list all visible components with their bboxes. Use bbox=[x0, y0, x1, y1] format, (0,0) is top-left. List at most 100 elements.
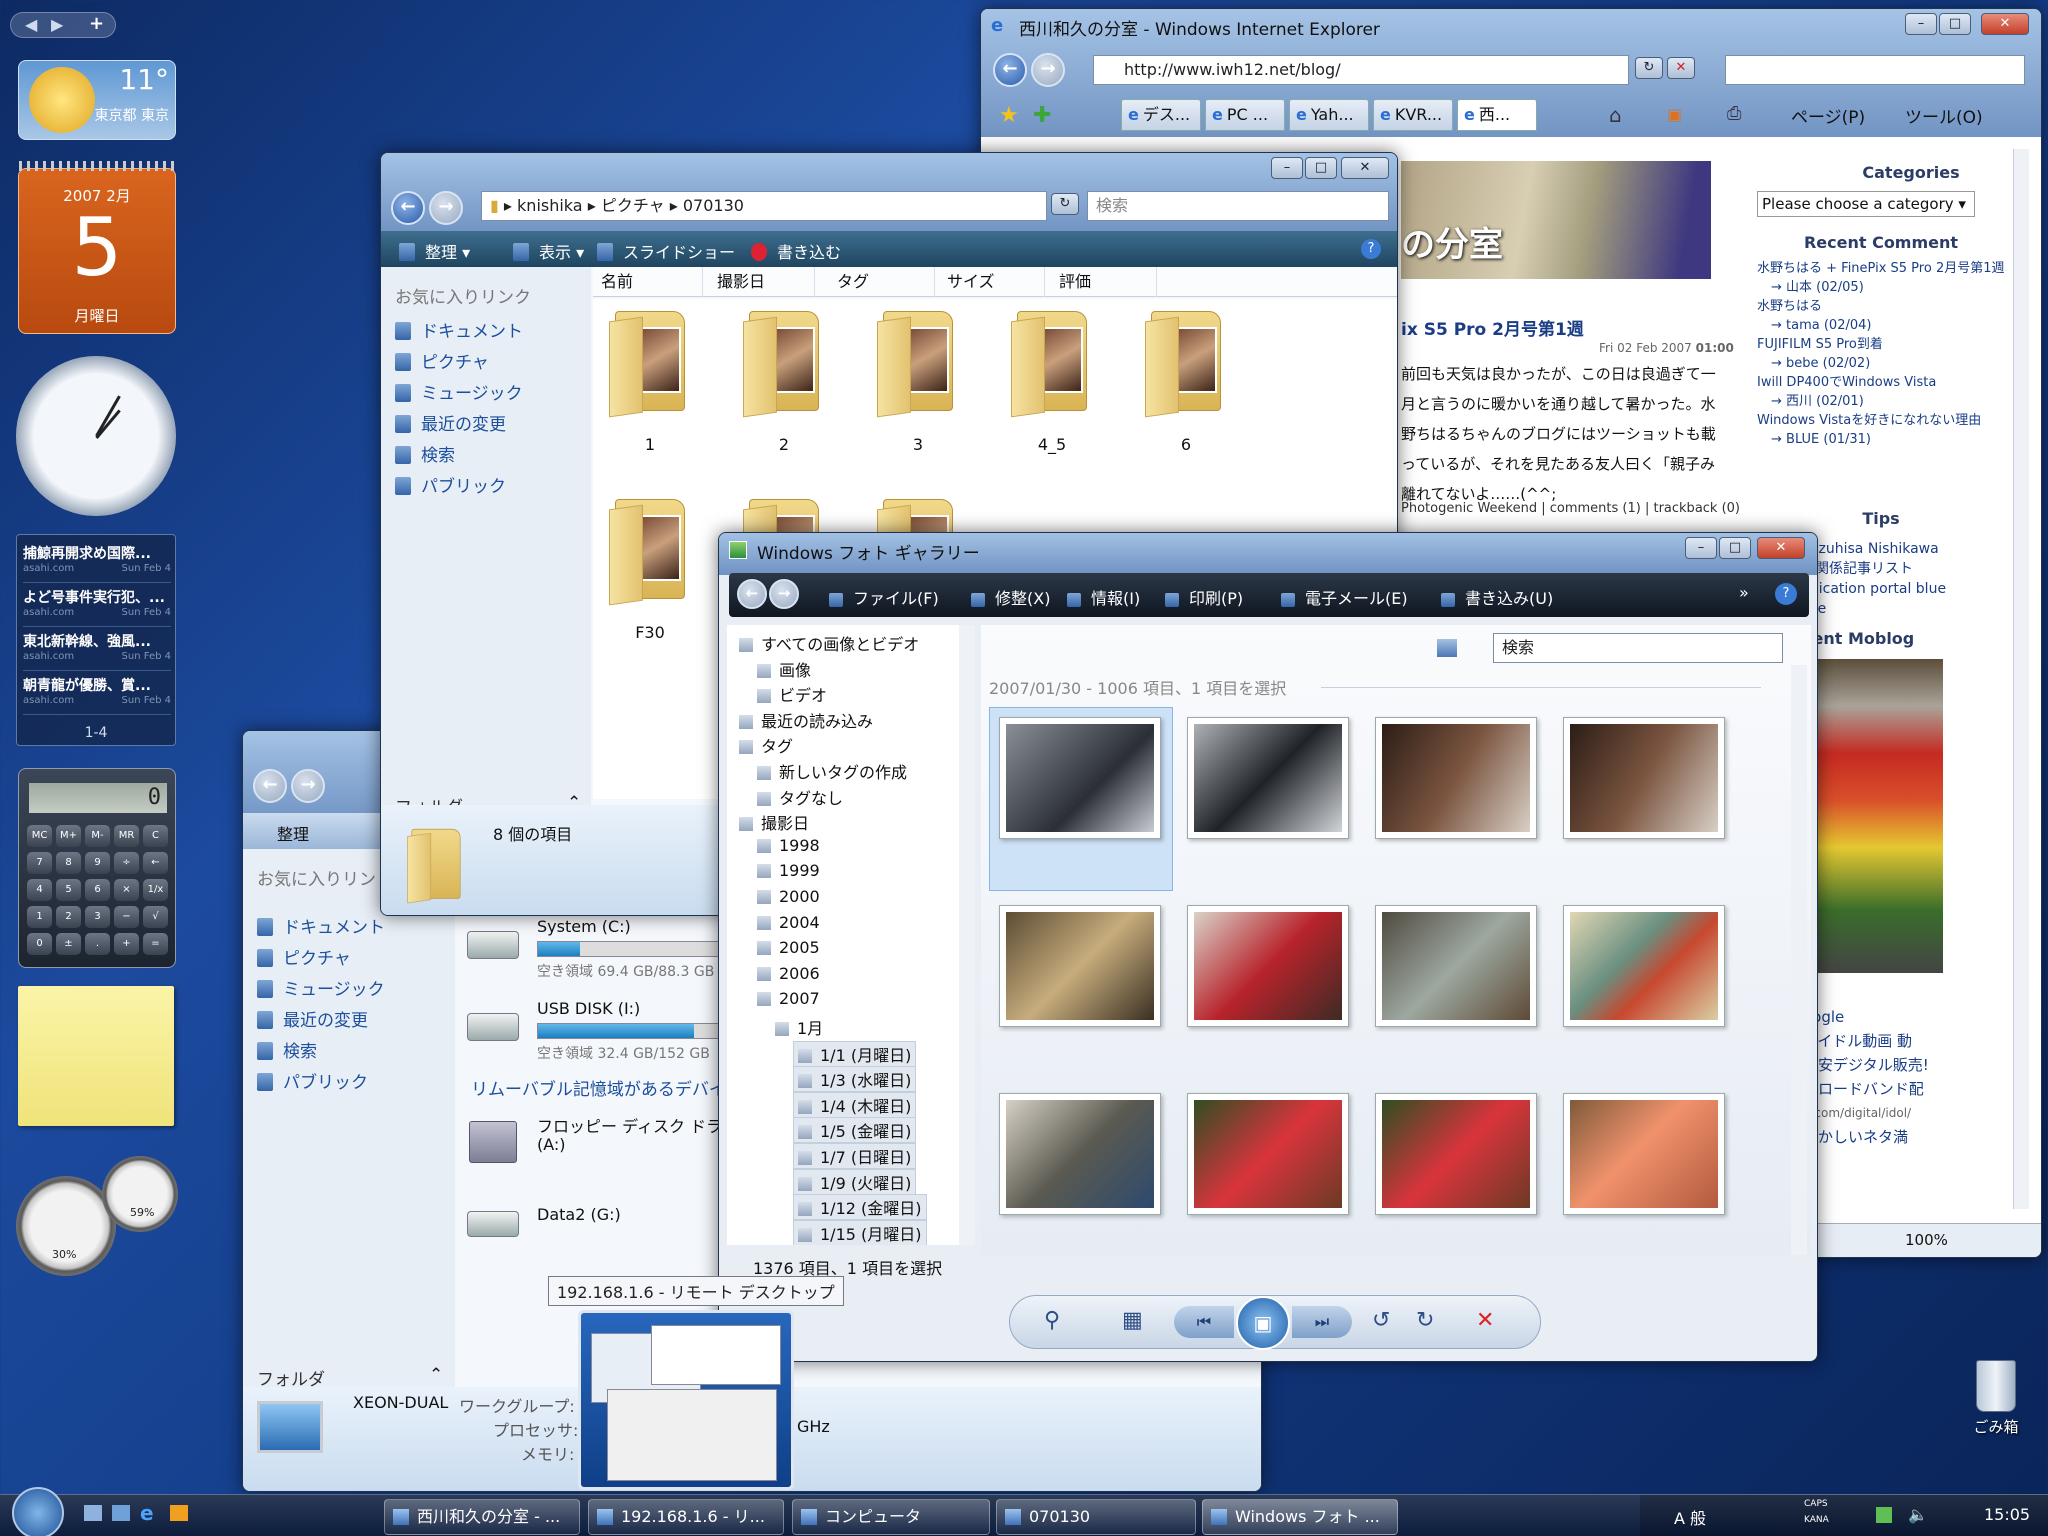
fav-link[interactable]: ドキュメント bbox=[395, 317, 523, 342]
comment-item[interactable]: Windows Vistaを好きになれない理由 bbox=[1757, 411, 2007, 430]
rss-icon[interactable]: ▣ bbox=[1667, 105, 1682, 124]
ie-address-bar[interactable]: http://www.iwh12.net/blog/ bbox=[1093, 55, 1629, 85]
gallery-minimize-button[interactable]: – bbox=[1685, 537, 1717, 559]
ie-refresh-button[interactable]: ↻ bbox=[1635, 57, 1663, 79]
view-options-icon[interactable] bbox=[1437, 639, 1457, 657]
network-icon[interactable] bbox=[1876, 1507, 1892, 1523]
calc-key[interactable]: 1 bbox=[27, 906, 52, 928]
ie-tab[interactable]: e 西... bbox=[1457, 99, 1537, 131]
fav-link[interactable]: 検索 bbox=[257, 1037, 317, 1062]
tree-item[interactable]: 1/15 (月曜日) bbox=[793, 1219, 927, 1245]
more-icon[interactable]: » bbox=[1739, 583, 1749, 602]
tree-item[interactable]: 画像 bbox=[757, 657, 811, 681]
ie-tab[interactable]: e デス... bbox=[1121, 99, 1201, 131]
ad-line[interactable]: ブロードバンド配 bbox=[1803, 1077, 2003, 1101]
taskbar-item[interactable]: 西川和久の分室 - ... bbox=[384, 1499, 580, 1535]
tip-item[interactable]: Kazuhisa Nishikawa bbox=[1801, 539, 2001, 559]
tree-item[interactable]: 1/4 (木曜日) bbox=[793, 1091, 917, 1118]
explorer-forward-button[interactable]: → bbox=[429, 191, 463, 225]
calc-key[interactable]: + bbox=[114, 933, 139, 955]
categories-select[interactable]: Please choose a category ▾ bbox=[1757, 191, 1975, 217]
clock[interactable]: 15:05 bbox=[1984, 1505, 2030, 1524]
calc-key[interactable]: 7 bbox=[27, 852, 52, 874]
sidebar-prev-icon[interactable]: ◀ bbox=[25, 15, 37, 34]
calc-key[interactable]: 0 bbox=[27, 933, 52, 955]
explorer-minimize-button[interactable]: – bbox=[1271, 157, 1303, 179]
comment-item[interactable]: 水野ちはる bbox=[1757, 297, 2007, 316]
ie-stop-button[interactable]: ✕ bbox=[1667, 57, 1695, 79]
calc-key[interactable]: MR bbox=[114, 825, 139, 847]
comment-item[interactable]: → BLUE (01/31) bbox=[1757, 430, 2007, 449]
gallery-back-button[interactable]: ← bbox=[737, 579, 767, 609]
rdp-thumbnail[interactable] bbox=[578, 1310, 794, 1490]
calc-key[interactable]: 8 bbox=[56, 852, 81, 874]
tree-item[interactable]: タグ bbox=[739, 733, 793, 757]
chevron-up-icon[interactable]: ⌃ bbox=[429, 1365, 443, 1385]
ie-quicklaunch-icon[interactable]: e bbox=[140, 1501, 154, 1525]
photo-thumbnail[interactable] bbox=[999, 1093, 1161, 1215]
news-item[interactable]: 朝青龍が優勝、賞... asahi.com Sun Feb 4 bbox=[23, 675, 171, 715]
column-header[interactable]: 名前 bbox=[593, 267, 703, 297]
ie-page-menu[interactable]: ページ(P) bbox=[1791, 103, 1865, 128]
news-item[interactable]: 東北新幹線、強風... asahi.com Sun Feb 4 bbox=[23, 631, 171, 671]
prev-button[interactable]: ⏮ bbox=[1174, 1306, 1234, 1338]
folder-item[interactable] bbox=[605, 309, 695, 419]
folder-item[interactable] bbox=[1141, 309, 1231, 419]
add-favorite-icon[interactable]: ✚ bbox=[1033, 103, 1051, 128]
breadcrumb-0[interactable]: knishika bbox=[517, 196, 583, 215]
favorites-star-icon[interactable]: ★ bbox=[999, 103, 1019, 128]
ad-line[interactable]: 懐かしいネタ満 bbox=[1803, 1125, 2003, 1149]
gallery-menu-item[interactable]: 修整(X) bbox=[971, 585, 1050, 609]
rotate-left-icon[interactable]: ↺ bbox=[1372, 1308, 1390, 1333]
folder-item[interactable] bbox=[739, 309, 829, 419]
tree-item[interactable]: 新しいタグの作成 bbox=[757, 759, 907, 783]
taskbar-item[interactable]: 070130 bbox=[996, 1499, 1196, 1535]
ie-zoom[interactable]: 100% bbox=[1905, 1231, 1948, 1249]
ie-maximize-button[interactable]: □ bbox=[1939, 13, 1971, 35]
slideshow-play-button[interactable]: ▣ bbox=[1236, 1296, 1290, 1350]
comment-item[interactable]: → bebe (02/02) bbox=[1757, 354, 2007, 373]
news-gadget[interactable]: 捕鯨再開求め国際... asahi.com Sun Feb 4 よど号事件実行犯、..… bbox=[16, 534, 176, 746]
comment-item[interactable]: 水野ちはる + FinePix S5 Pro 2月号第1週 bbox=[1757, 259, 2007, 278]
comment-item[interactable]: Iwill DP400でWindows Vista bbox=[1757, 373, 2007, 392]
post-footer[interactable]: Photogenic Weekend | comments (1) | trac… bbox=[1401, 501, 1740, 516]
tree-item[interactable]: ビデオ bbox=[757, 682, 827, 706]
calc-key[interactable]: 6 bbox=[85, 879, 110, 901]
calc-key[interactable]: 2 bbox=[56, 906, 81, 928]
photo-thumbnail[interactable] bbox=[1187, 1093, 1349, 1215]
volume-icon[interactable]: 🔈 bbox=[1908, 1505, 1928, 1524]
gallery-menu-item[interactable]: 印刷(P) bbox=[1165, 585, 1243, 609]
photo-thumbnail[interactable] bbox=[1375, 717, 1537, 839]
show-desktop-icon[interactable] bbox=[84, 1505, 102, 1521]
calc-key[interactable]: ÷ bbox=[114, 852, 139, 874]
slideshow-button[interactable]: スライドショー bbox=[597, 239, 735, 263]
ie-tools-menu[interactable]: ツール(O) bbox=[1905, 103, 1983, 128]
start-button[interactable] bbox=[12, 1487, 64, 1536]
weather-gadget[interactable]: 11° 東京都 東京 bbox=[18, 60, 176, 140]
comment-item[interactable]: → 山本 (02/05) bbox=[1757, 278, 2007, 297]
sidebar-next-icon[interactable]: ▶ bbox=[51, 15, 63, 34]
calc-key[interactable]: MC bbox=[27, 825, 52, 847]
photo-thumbnail[interactable] bbox=[1375, 1093, 1537, 1215]
photo-thumbnail[interactable] bbox=[999, 717, 1161, 839]
breadcrumb-1[interactable]: ピクチャ bbox=[601, 196, 665, 215]
calc-key[interactable]: 3 bbox=[85, 906, 110, 928]
switch-windows-icon[interactable] bbox=[112, 1505, 130, 1521]
ie-back-button[interactable]: ← bbox=[993, 53, 1027, 87]
fav-link[interactable]: ピクチャ bbox=[257, 944, 351, 969]
media-player-icon[interactable] bbox=[170, 1505, 188, 1521]
calc-key[interactable]: − bbox=[114, 906, 139, 928]
tip-item[interactable]: unication portal blue bbox=[1801, 579, 2001, 599]
photo-thumbnail[interactable] bbox=[1563, 905, 1725, 1027]
tree-item[interactable]: 1/5 (金曜日) bbox=[793, 1117, 917, 1144]
gallery-search-box[interactable]: 検索 bbox=[1493, 633, 1783, 663]
ie-tab[interactable]: e KVR... bbox=[1373, 99, 1453, 131]
folder-item[interactable] bbox=[873, 309, 963, 419]
tree-item[interactable]: 2007 bbox=[757, 989, 820, 1008]
taskbar-item[interactable]: コンピュータ bbox=[792, 1499, 990, 1535]
thumbnail-view-icon[interactable]: ▦ bbox=[1122, 1308, 1143, 1333]
breadcrumb-2[interactable]: 070130 bbox=[683, 196, 744, 215]
computer-organize-button[interactable]: 整理 bbox=[277, 821, 309, 845]
sticky-note-gadget[interactable] bbox=[18, 986, 174, 1126]
news-item[interactable]: よど号事件実行犯、... asahi.com Sun Feb 4 bbox=[23, 587, 171, 627]
